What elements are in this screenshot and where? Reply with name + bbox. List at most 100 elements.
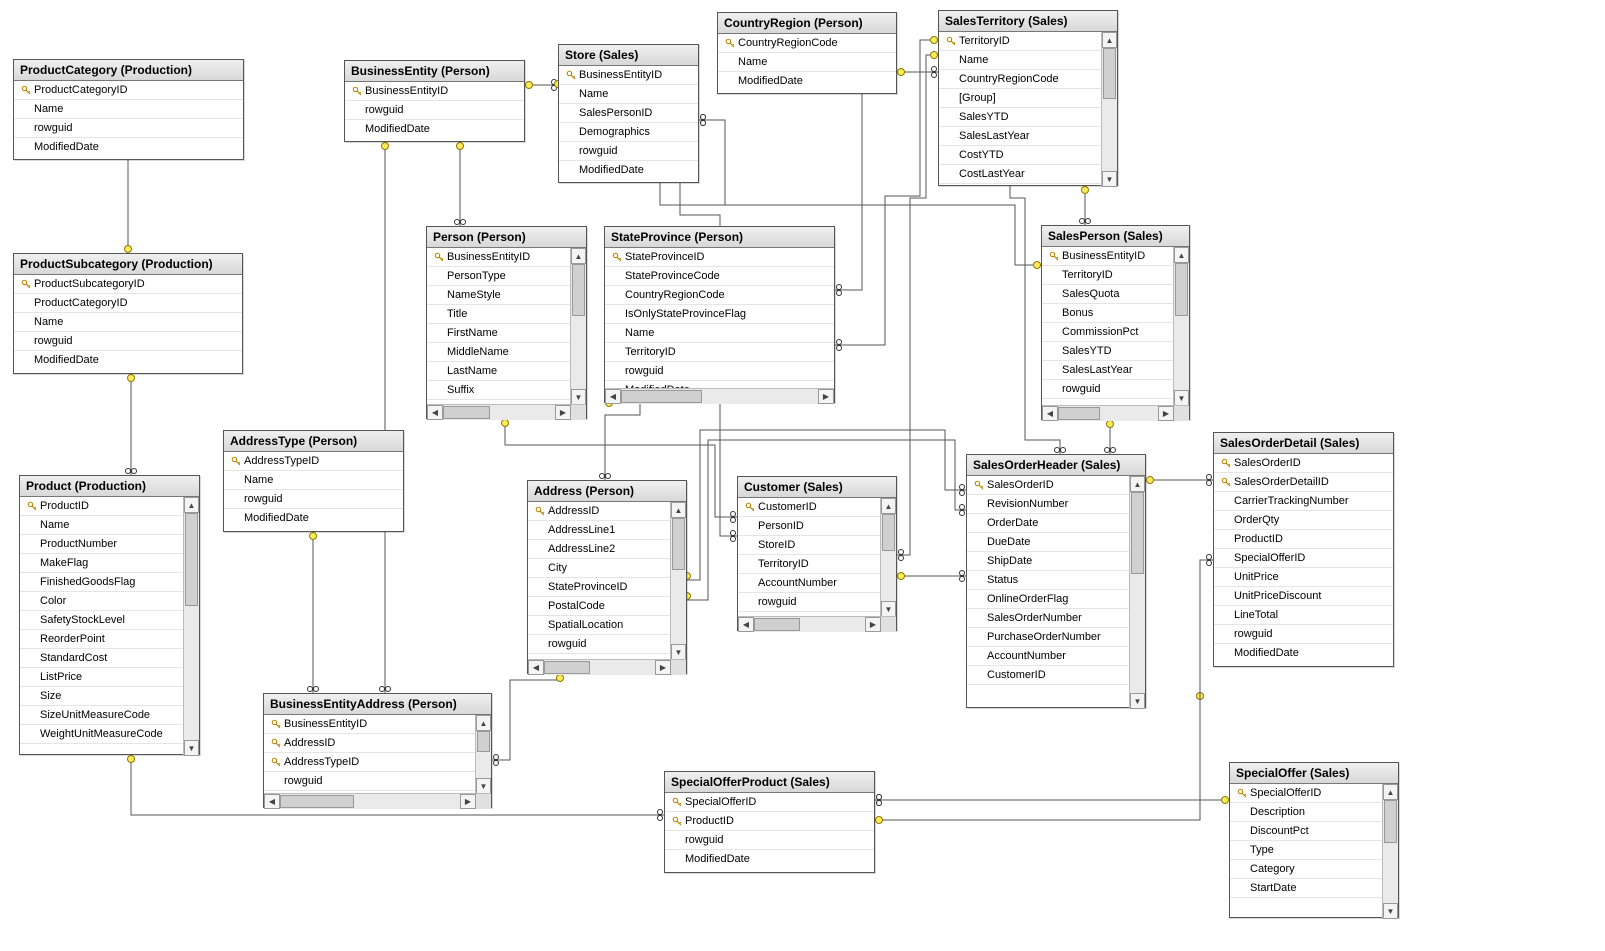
column-row[interactable]: SalesPersonID (559, 104, 698, 123)
scroll-right-icon[interactable]: ▶ (460, 794, 476, 809)
scroll-thumb[interactable] (621, 390, 702, 403)
column-row[interactable]: rowguid (559, 142, 698, 161)
column-row[interactable]: DueDate (967, 533, 1130, 552)
table-header[interactable]: Customer (Sales) (738, 477, 896, 498)
column-row[interactable]: rowguid (14, 332, 242, 351)
scroll-up-icon[interactable]: ▲ (476, 715, 491, 731)
scroll-thumb[interactable] (1058, 407, 1100, 420)
scroll-track[interactable] (754, 617, 865, 632)
table-header[interactable]: StateProvince (Person) (605, 227, 834, 248)
column-row[interactable]: SalesYTD (1042, 342, 1174, 361)
column-row[interactable]: Name (14, 100, 243, 119)
column-row[interactable]: Color (20, 592, 184, 611)
column-row[interactable]: rowguid (1042, 380, 1174, 399)
column-row[interactable]: AddressID (264, 734, 476, 753)
column-row[interactable]: BusinessEntityID (264, 715, 476, 734)
scroll-thumb[interactable] (443, 406, 490, 419)
column-row[interactable]: ProductID (20, 497, 184, 516)
column-row[interactable]: LineTotal (1214, 606, 1393, 625)
scroll-track[interactable] (1174, 263, 1189, 390)
scroll-down-icon[interactable]: ▼ (476, 778, 491, 794)
scroll-down-icon[interactable]: ▼ (1130, 693, 1145, 709)
scroll-thumb[interactable] (544, 661, 590, 674)
column-row[interactable]: Name (20, 516, 184, 535)
column-row[interactable]: Type (1230, 841, 1383, 860)
column-row[interactable]: ModifiedDate (665, 850, 874, 868)
table-BusinessEntity[interactable]: BusinessEntity (Person)BusinessEntityIDr… (344, 60, 525, 142)
scroll-thumb[interactable] (280, 795, 354, 808)
table-header[interactable]: SpecialOffer (Sales) (1230, 763, 1398, 784)
scroll-up-icon[interactable]: ▲ (1383, 784, 1398, 800)
horizontal-scrollbar[interactable]: ◀▶ (605, 388, 834, 404)
scroll-track[interactable] (571, 264, 586, 389)
vertical-scrollbar[interactable]: ▲▼ (1382, 784, 1398, 919)
scroll-up-icon[interactable]: ▲ (184, 497, 199, 513)
horizontal-scrollbar[interactable]: ◀▶ (427, 404, 586, 420)
scroll-up-icon[interactable]: ▲ (1174, 247, 1189, 263)
column-row[interactable]: AddressLine1 (528, 521, 671, 540)
column-row[interactable]: BusinessEntityID (559, 66, 698, 85)
table-SalesTerritory[interactable]: SalesTerritory (Sales)TerritoryIDNameCou… (938, 10, 1118, 186)
scroll-up-icon[interactable]: ▲ (881, 498, 896, 514)
column-row[interactable]: CarrierTrackingNumber (1214, 492, 1393, 511)
column-row[interactable]: TerritoryID (1042, 266, 1174, 285)
column-row[interactable]: Title (427, 305, 571, 324)
column-row[interactable]: OnlineOrderFlag (967, 590, 1130, 609)
column-row[interactable]: ProductID (1214, 530, 1393, 549)
column-row[interactable]: ModifiedDate (1214, 644, 1393, 662)
column-row[interactable]: SizeUnitMeasureCode (20, 706, 184, 725)
column-row[interactable]: rowguid (345, 101, 524, 120)
column-row[interactable]: Demographics (559, 123, 698, 142)
column-row[interactable]: Category (1230, 860, 1383, 879)
table-header[interactable]: SalesOrderDetail (Sales) (1214, 433, 1393, 454)
table-header[interactable]: CountryRegion (Person) (718, 13, 896, 34)
column-row[interactable]: ProductID (665, 812, 874, 831)
scroll-thumb[interactable] (1131, 492, 1144, 574)
column-row[interactable]: Suffix (427, 381, 571, 400)
vertical-scrollbar[interactable]: ▲▼ (183, 497, 199, 756)
scroll-thumb[interactable] (572, 264, 585, 316)
table-header[interactable]: AddressType (Person) (224, 431, 403, 452)
table-header[interactable]: Product (Production) (20, 476, 199, 497)
column-row[interactable]: AccountNumber (738, 574, 881, 593)
scroll-left-icon[interactable]: ◀ (1042, 406, 1058, 421)
scroll-track[interactable] (621, 389, 818, 404)
scroll-track[interactable] (544, 660, 655, 675)
table-BusinessEntityAddress[interactable]: BusinessEntityAddress (Person)BusinessEn… (263, 693, 492, 808)
column-row[interactable]: ModifiedDate (559, 161, 698, 179)
column-row[interactable]: TerritoryID (738, 555, 881, 574)
table-header[interactable]: SpecialOfferProduct (Sales) (665, 772, 874, 793)
column-row[interactable]: Name (224, 471, 403, 490)
column-row[interactable]: rowguid (264, 772, 476, 791)
scroll-thumb[interactable] (1103, 48, 1116, 99)
table-header[interactable]: Address (Person) (528, 481, 686, 502)
column-row[interactable]: SpecialOfferID (1214, 549, 1393, 568)
scroll-up-icon[interactable]: ▲ (571, 248, 586, 264)
column-row[interactable]: SalesYTD (939, 108, 1102, 127)
column-row[interactable]: StandardCost (20, 649, 184, 668)
column-row[interactable]: SalesQuota (1042, 285, 1174, 304)
column-row[interactable]: rowguid (605, 362, 834, 381)
scroll-thumb[interactable] (477, 731, 490, 752)
scroll-thumb[interactable] (882, 514, 895, 551)
column-row[interactable]: rowguid (14, 119, 243, 138)
scroll-track[interactable] (476, 731, 491, 778)
table-header[interactable]: Store (Sales) (559, 45, 698, 66)
table-SpecialOfferProduct[interactable]: SpecialOfferProduct (Sales)SpecialOfferI… (664, 771, 875, 873)
column-row[interactable]: ListPrice (20, 668, 184, 687)
column-row[interactable]: SalesLastYear (1042, 361, 1174, 380)
column-row[interactable]: CountryRegionCode (605, 286, 834, 305)
column-row[interactable]: NameStyle (427, 286, 571, 305)
table-Customer[interactable]: Customer (Sales)CustomerIDPersonIDStoreI… (737, 476, 897, 631)
column-row[interactable]: StoreID (738, 536, 881, 555)
column-row[interactable]: BusinessEntityID (345, 82, 524, 101)
scroll-down-icon[interactable]: ▼ (1102, 171, 1117, 187)
vertical-scrollbar[interactable]: ▲▼ (670, 502, 686, 660)
column-row[interactable]: rowguid (528, 635, 671, 654)
column-row[interactable]: Bonus (1042, 304, 1174, 323)
scroll-down-icon[interactable]: ▼ (881, 601, 896, 617)
scroll-up-icon[interactable]: ▲ (1102, 32, 1117, 48)
column-row[interactable]: LastName (427, 362, 571, 381)
column-row[interactable]: AccountNumber (967, 647, 1130, 666)
column-row[interactable]: ModifiedDate (14, 351, 242, 369)
